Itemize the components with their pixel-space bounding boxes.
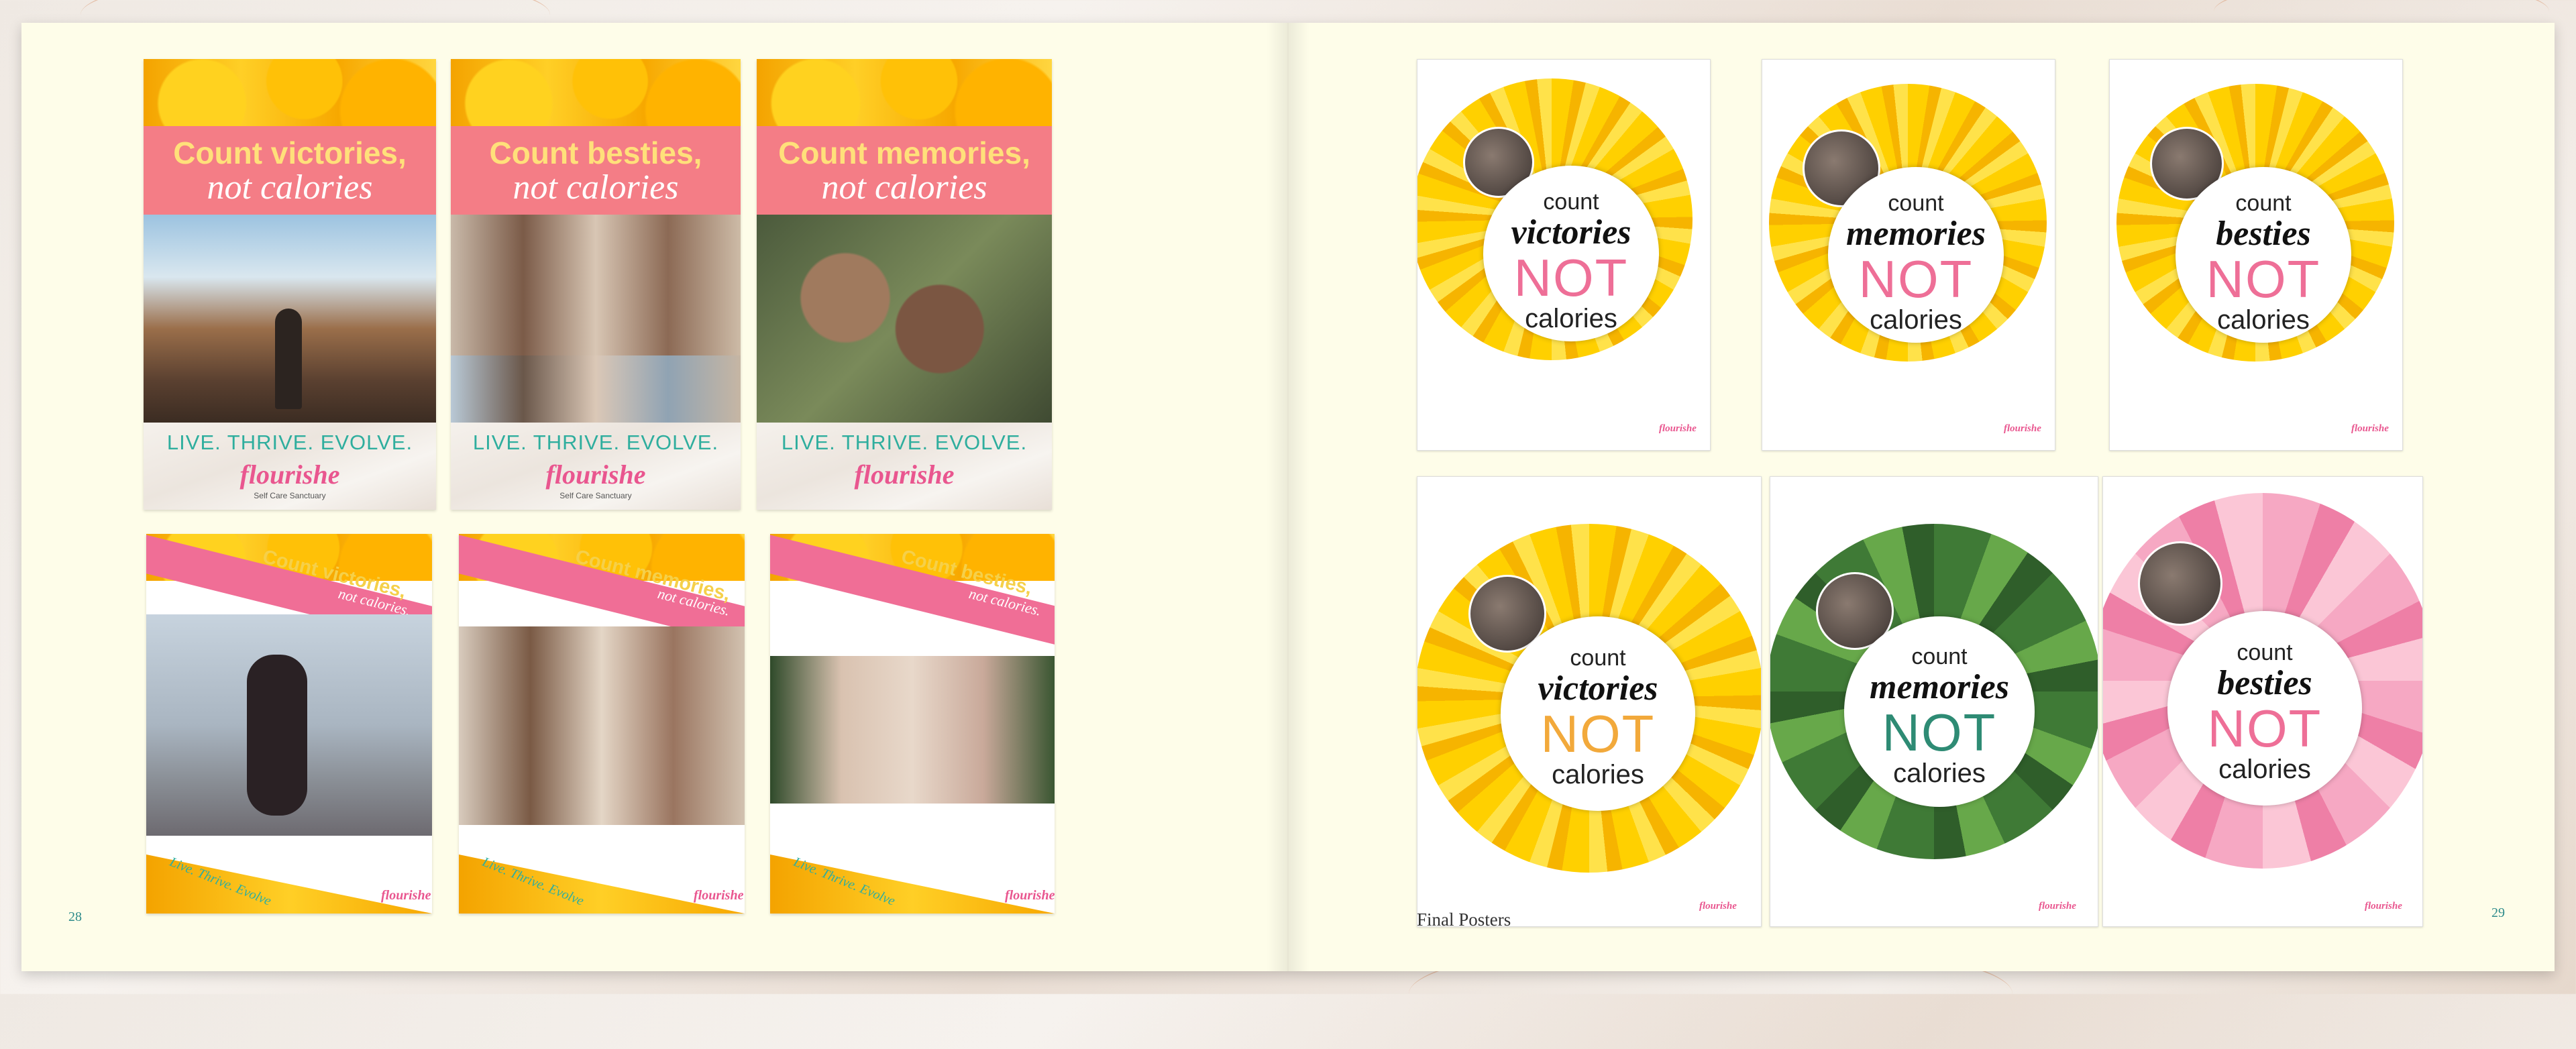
count-word: count (1888, 190, 1944, 216)
page-number-right: 29 (2491, 905, 2505, 920)
headline-line-1: Count besties, (489, 135, 702, 170)
brand-subtitle: Self Care Sanctuary (559, 491, 632, 500)
sunflower-strip (144, 59, 436, 133)
poster-besties-landscape: Count besties, not calories LIVE. THRIVE… (451, 59, 741, 510)
theme-word: besties (2216, 215, 2311, 253)
text-badge: count besties NOT calories (2176, 167, 2351, 343)
tagline: LIVE. THRIVE. EVOLVE. (472, 431, 719, 454)
theme-word: memories (1846, 215, 1986, 253)
brand-logo: flourishe (1005, 888, 1055, 903)
tagline: LIVE. THRIVE. EVOLVE. (781, 431, 1028, 454)
besties-photo (770, 656, 1055, 804)
theme-word: victories (1538, 669, 1658, 708)
friends-photo (459, 626, 745, 825)
text-badge: count victories NOT calories (1483, 166, 1659, 341)
count-word: count (1911, 644, 1968, 669)
count-word: count (2237, 640, 2293, 665)
headline-line-2: not calories (207, 168, 373, 207)
brand-logo: flourishe (381, 888, 431, 903)
text-badge: count victories NOT calories (1501, 616, 1695, 811)
count-word: count (1570, 645, 1626, 671)
headline-band: Count besties, not calories (451, 126, 741, 215)
not-word: NOT (1858, 250, 1974, 309)
not-word: NOT (1513, 248, 1629, 307)
calories-word: calories (1870, 305, 1962, 335)
book-spread: Count victories, not calories LIVE. THRI… (21, 23, 2555, 971)
poster-succulent-memories: count memories NOT calories flourishe (1770, 476, 2098, 927)
count-word: count (2235, 190, 2292, 216)
headline-line-1: Count memories, (778, 135, 1030, 170)
poster-sunflower-victories: count victories NOT calories flourishe (1417, 59, 1711, 451)
brand-subtitle: Self Care Sanctuary (254, 491, 326, 500)
sunflower-strip (757, 59, 1052, 133)
brand-logo: flourishe (854, 459, 955, 490)
brand-logo: flourishe (239, 459, 340, 490)
headline-band: Count victories, not calories (144, 126, 436, 215)
calories-word: calories (1893, 759, 1986, 788)
theme-word: memories (1870, 668, 2009, 706)
theme-word: besties (2217, 664, 2312, 702)
friends-photo-bottom (451, 355, 741, 423)
text-badge: count memories NOT calories (1844, 616, 2035, 807)
brand-logo: flourishe (1659, 423, 1697, 434)
brand-logo: flourishe (2004, 423, 2041, 434)
count-word: count (1543, 189, 1599, 215)
calories-word: calories (2217, 305, 2310, 335)
not-word: NOT (2206, 250, 2321, 309)
not-word: NOT (2207, 699, 2322, 758)
figure-caption: Final Posters (1417, 909, 1511, 930)
headline-line-1: Count victories, (173, 135, 407, 170)
friends-photo-top (451, 215, 741, 355)
headline-line-2: not calories (821, 168, 987, 207)
friends-lying-photo (757, 215, 1052, 423)
photo-circle (2138, 541, 2222, 626)
calories-word: calories (1525, 304, 1617, 333)
poster-victories-landscape: Count victories, not calories LIVE. THRI… (144, 59, 436, 510)
theme-word: victories (1511, 213, 1631, 252)
poster-victories-diagonal: Count victories, not calories. Live. Thr… (146, 534, 432, 914)
not-word: NOT (1882, 703, 1997, 762)
book-gutter (1267, 23, 1309, 971)
poster-besties-diagonal: Count besties, not calories. Live. Thriv… (770, 534, 1055, 914)
brand-logo: flourishe (545, 459, 646, 490)
yoga-figure (247, 655, 307, 816)
sunflower-strip (451, 59, 741, 133)
person-silhouette (275, 309, 302, 409)
brand-logo: flourishe (694, 888, 744, 903)
brand-logo: flourishe (2365, 901, 2402, 912)
brand-logo: flourishe (1699, 901, 1737, 912)
headline-line-2: not calories (513, 168, 679, 207)
tagline: LIVE. THRIVE. EVOLVE. (166, 431, 413, 454)
poster-memories-landscape: Count memories, not calories LIVE. THRIV… (757, 59, 1052, 510)
poster-sunflower-victories-large: count victories NOT calories flourishe (1417, 476, 1762, 927)
text-badge: count besties NOT calories (2167, 611, 2362, 806)
brand-logo: flourishe (2351, 423, 2389, 434)
canyon-photo (144, 215, 436, 423)
poster-sunflower-memories: count memories NOT calories flourishe (1762, 59, 2055, 451)
headline-band: Count memories, not calories (757, 126, 1052, 215)
calories-word: calories (2218, 755, 2311, 784)
not-word: NOT (1540, 704, 1656, 763)
brand-logo: flourishe (2039, 901, 2076, 912)
text-badge: count memories NOT calories (1828, 167, 2004, 343)
poster-lotus-besties: count besties NOT calories flourishe (2102, 476, 2423, 927)
yoga-photo (146, 614, 432, 836)
calories-word: calories (1552, 760, 1644, 789)
poster-sunflower-besties: count besties NOT calories flourishe (2109, 59, 2403, 451)
page-number-left: 28 (68, 909, 82, 924)
poster-memories-diagonal: Count memories, not calories. Live. Thri… (459, 534, 745, 914)
